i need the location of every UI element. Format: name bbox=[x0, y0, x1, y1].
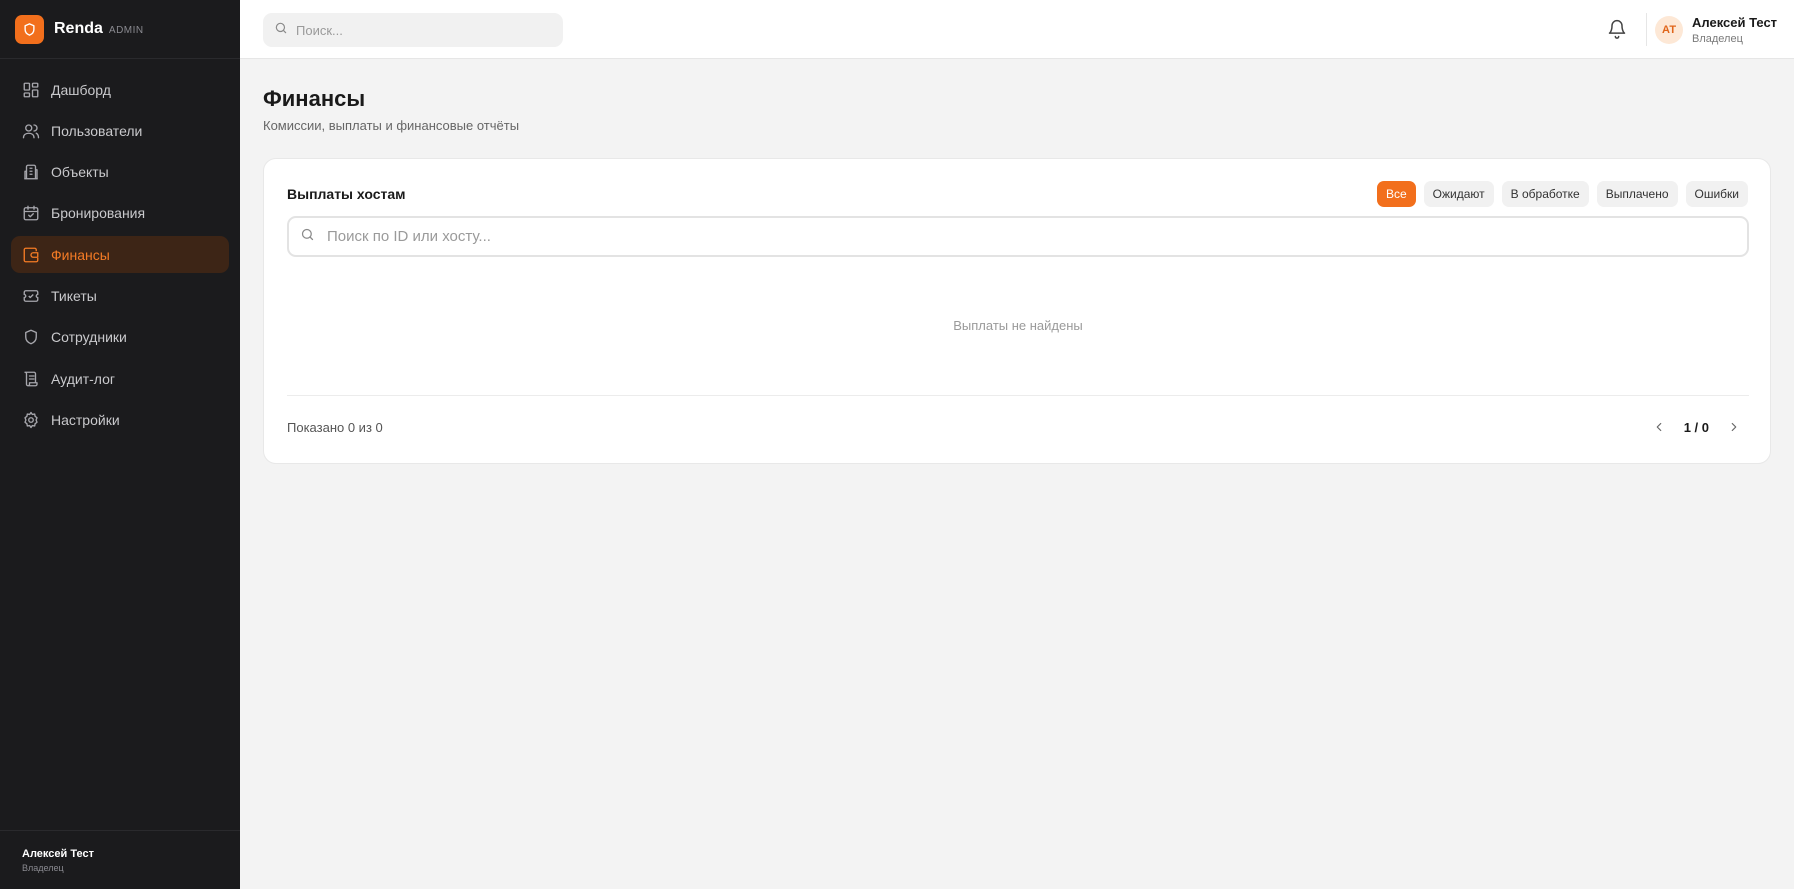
search-icon bbox=[300, 227, 315, 247]
sidebar-user[interactable]: Алексей Тест Владелец bbox=[0, 830, 240, 889]
payout-search-input[interactable] bbox=[327, 228, 1707, 245]
sidebar-item-label: Дашборд bbox=[51, 81, 111, 98]
card-divider bbox=[287, 395, 1749, 396]
page-subtitle: Комиссии, выплаты и финансовые отчёты bbox=[263, 118, 520, 133]
sidebar-item-tickets[interactable]: Тикеты bbox=[11, 277, 229, 314]
sidebar-user-name: Алексей Тест bbox=[22, 848, 94, 860]
filter-paid[interactable]: Выплачено bbox=[1596, 181, 1678, 207]
sidebar-item-staff[interactable]: Сотрудники bbox=[11, 319, 229, 356]
chevron-left-icon[interactable] bbox=[1646, 414, 1672, 440]
sidebar-item-label: Финансы bbox=[51, 246, 110, 263]
logo-icon bbox=[15, 14, 44, 44]
ticket-icon bbox=[22, 287, 40, 305]
sidebar-item-bookings[interactable]: Бронирования bbox=[11, 195, 229, 232]
sidebar-item-objects[interactable]: Объекты bbox=[11, 154, 229, 191]
shield-icon bbox=[22, 328, 40, 346]
sidebar-item-settings[interactable]: Настройки bbox=[11, 401, 229, 438]
calendar-icon bbox=[22, 204, 40, 222]
page-indicator: 1 / 0 bbox=[1683, 419, 1709, 435]
status-filters: Все Ожидают В обработке Выплачено Ошибки bbox=[1376, 181, 1748, 207]
sidebar-user-role: Владелец bbox=[22, 863, 64, 873]
avatar[interactable]: АТ bbox=[1655, 16, 1683, 44]
sidebar-item-label: Бронирования bbox=[51, 205, 146, 222]
gear-icon bbox=[22, 411, 40, 429]
sidebar-item-label: Объекты bbox=[51, 164, 109, 181]
filter-all[interactable]: Все bbox=[1376, 181, 1416, 207]
sidebar-item-label: Сотрудники bbox=[51, 329, 127, 346]
topbar-divider bbox=[1646, 13, 1647, 46]
topbar: АТ Алексей Тест Владелец bbox=[240, 0, 1794, 59]
users-icon bbox=[22, 122, 40, 140]
sidebar-item-audit-log[interactable]: Аудит-лог bbox=[11, 360, 229, 397]
brand-name: Renda bbox=[54, 20, 103, 37]
payout-search[interactable] bbox=[287, 216, 1749, 257]
brand-tag: ADMIN bbox=[108, 25, 144, 36]
chevron-right-icon[interactable] bbox=[1721, 414, 1747, 440]
search-icon bbox=[274, 21, 288, 40]
wallet-icon bbox=[22, 246, 40, 264]
sidebar-nav: Дашборд Пользователи Объекты Бронировани… bbox=[0, 59, 240, 438]
user-name[interactable]: Алексей Тест bbox=[1692, 15, 1777, 30]
pagination: 1 / 0 bbox=[1646, 414, 1747, 440]
scroll-icon bbox=[22, 370, 40, 388]
user-role: Владелец bbox=[1692, 33, 1743, 45]
sidebar-item-label: Пользователи bbox=[51, 122, 143, 139]
page-title: Финансы bbox=[263, 86, 366, 111]
bell-icon[interactable] bbox=[1607, 19, 1627, 39]
filter-pending[interactable]: Ожидают bbox=[1423, 181, 1494, 207]
sidebar-item-dashboard[interactable]: Дашборд bbox=[11, 71, 229, 108]
sidebar-item-users[interactable]: Пользователи bbox=[11, 112, 229, 149]
sidebar-item-label: Аудит-лог bbox=[51, 370, 115, 387]
filter-errors[interactable]: Ошибки bbox=[1685, 181, 1748, 207]
card-title: Выплаты хостам bbox=[287, 186, 406, 202]
sidebar: Renda ADMIN Дашборд Пользователи Объекты bbox=[0, 0, 240, 889]
global-search-input[interactable] bbox=[296, 22, 546, 38]
sidebar-item-label: Настройки bbox=[51, 411, 120, 428]
brand[interactable]: Renda ADMIN bbox=[0, 0, 240, 59]
results-count: Показано 0 из 0 bbox=[287, 420, 383, 435]
empty-state: Выплаты не найдены bbox=[953, 318, 1083, 333]
sidebar-item-label: Тикеты bbox=[51, 287, 97, 304]
global-search[interactable] bbox=[263, 13, 563, 47]
payouts-card: Выплаты хостам Все Ожидают В обработке В… bbox=[263, 158, 1771, 464]
dashboard-icon bbox=[22, 81, 40, 99]
filter-processing[interactable]: В обработке bbox=[1501, 181, 1589, 207]
sidebar-item-finance[interactable]: Финансы bbox=[11, 236, 229, 274]
building-icon bbox=[22, 163, 40, 181]
